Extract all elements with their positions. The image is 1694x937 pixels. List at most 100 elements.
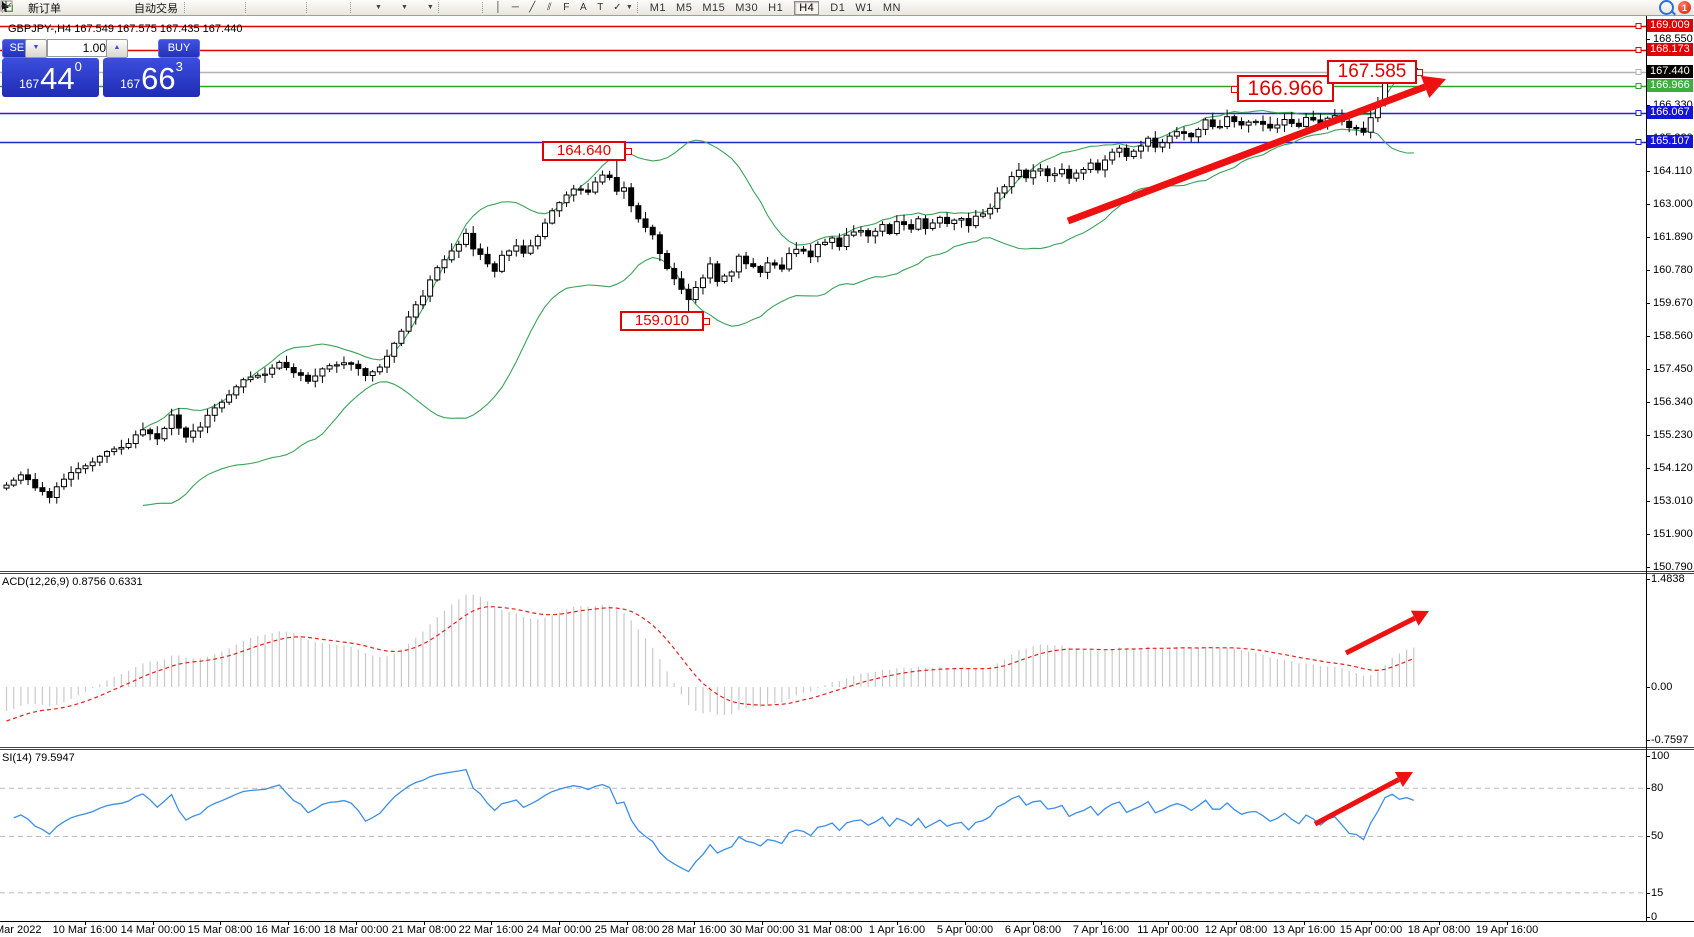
volume-increase-button[interactable]: ▲ xyxy=(106,39,128,58)
fibonacci-tool-icon[interactable]: F xyxy=(559,1,574,14)
time-axis-label[interactable]: 21 Mar 08:00 xyxy=(390,924,458,936)
timeframe-button-m30[interactable]: M30 xyxy=(735,2,758,14)
text-tool-icon[interactable]: A xyxy=(576,1,591,14)
time-axis-label[interactable]: 1 Apr 16:00 xyxy=(863,924,931,936)
time-axis-label[interactable]: 18 Mar 00:00 xyxy=(322,924,390,936)
volume-decrease-button[interactable]: ▼ xyxy=(25,39,47,58)
trend-arrow-line[interactable] xyxy=(1068,87,1425,221)
time-axis-label[interactable]: 22 Mar 16:00 xyxy=(457,924,525,936)
channel-tool-icon[interactable]: ⫽ xyxy=(542,1,557,14)
candlestick-icon[interactable] xyxy=(210,1,225,14)
toolbar-grip[interactable] xyxy=(184,2,188,13)
buy-button[interactable]: BUY xyxy=(158,39,200,58)
time-axis-label[interactable]: 13 Apr 16:00 xyxy=(1270,924,1338,936)
timeframe-button-m1[interactable]: M1 xyxy=(650,2,666,14)
macd-separator[interactable] xyxy=(0,571,1694,572)
notification-icon[interactable]: 1 xyxy=(1678,1,1691,14)
line-chart-icon[interactable] xyxy=(227,1,242,14)
trendline-tool-icon[interactable]: ╱ xyxy=(525,1,540,14)
indicators-dropdown-caret[interactable]: ▼ xyxy=(375,4,382,11)
autotrading-icon[interactable] xyxy=(117,1,132,14)
buy-price-tile[interactable]: 167663 xyxy=(103,58,200,97)
time-axis-label[interactable]: Mar 2022 xyxy=(0,924,41,936)
price-annotation-label[interactable]: 159.010 xyxy=(620,311,704,331)
periods-icon[interactable] xyxy=(385,1,400,14)
toolbar-grip[interactable] xyxy=(637,2,641,13)
timeframe-button-h1[interactable]: H1 xyxy=(768,2,783,14)
toolbar-grip[interactable] xyxy=(245,2,249,13)
community-icon[interactable] xyxy=(83,1,98,14)
auto-scroll-icon[interactable] xyxy=(315,1,330,14)
toolbar-grip[interactable] xyxy=(350,2,354,13)
time-axis-label[interactable]: 28 Mar 16:00 xyxy=(660,924,728,936)
price-annotation-label[interactable]: 164.640 xyxy=(542,141,626,161)
time-axis-label[interactable]: 24 Mar 00:00 xyxy=(525,924,593,936)
new-order-label[interactable]: 新订单 xyxy=(28,0,61,16)
arrows-tool-icon[interactable]: ✓ xyxy=(610,1,625,14)
search-icon[interactable] xyxy=(1659,1,1674,14)
time-axis-label[interactable]: 16 Mar 16:00 xyxy=(254,924,322,936)
timeframe-button-m15[interactable]: M15 xyxy=(702,2,725,14)
time-axis-label[interactable]: 15 Apr 00:00 xyxy=(1337,924,1405,936)
time-axis-label[interactable]: 10 Mar 16:00 xyxy=(51,924,119,936)
level-line-handle[interactable] xyxy=(1636,48,1641,53)
horizontal-line-tool-icon[interactable]: ─ xyxy=(508,1,523,14)
time-axis-label[interactable]: 30 Mar 00:00 xyxy=(728,924,796,936)
rsi-line[interactable] xyxy=(14,770,1414,872)
signals-icon[interactable] xyxy=(100,1,115,14)
timeframe-button-m5[interactable]: M5 xyxy=(676,2,692,14)
toolbar-grip[interactable] xyxy=(482,2,486,13)
bollinger-upper-band[interactable] xyxy=(143,65,1414,429)
time-axis-label[interactable]: 5 Apr 00:00 xyxy=(931,924,999,936)
price-annotation-label[interactable]: 166.966 xyxy=(1237,75,1334,102)
trend-arrow-line[interactable] xyxy=(1346,618,1415,653)
vertical-line-tool-icon[interactable]: │ xyxy=(491,1,506,14)
price-chart-canvas[interactable] xyxy=(0,0,1694,937)
bar-chart-icon[interactable] xyxy=(193,1,208,14)
price-tick-mark xyxy=(1646,567,1650,568)
arrows-dropdown-caret[interactable]: ▼ xyxy=(626,4,633,11)
new-order-icon[interactable] xyxy=(11,1,26,14)
time-axis-label[interactable]: 25 Mar 08:00 xyxy=(593,924,661,936)
time-axis-label[interactable]: 18 Apr 08:00 xyxy=(1405,924,1473,936)
time-axis-label[interactable]: 11 Apr 00:00 xyxy=(1134,924,1202,936)
sell-price-tile[interactable]: 167440 xyxy=(2,58,99,97)
toolbar-grip[interactable] xyxy=(306,2,310,13)
market-depth-icon[interactable] xyxy=(66,1,81,14)
level-line-handle[interactable] xyxy=(1636,111,1641,116)
cursor-icon[interactable] xyxy=(447,1,462,14)
time-axis-label[interactable]: 6 Apr 08:00 xyxy=(999,924,1067,936)
rsi-separator[interactable] xyxy=(0,747,1694,748)
label-tool-icon[interactable]: T xyxy=(593,1,608,14)
chart-shift-icon[interactable] xyxy=(332,1,347,14)
timeframe-button-h4[interactable]: H4 xyxy=(794,1,819,15)
crosshair-icon[interactable] xyxy=(464,1,479,14)
volume-input[interactable]: 1.00 xyxy=(47,39,111,57)
time-axis-label[interactable]: 19 Apr 16:00 xyxy=(1473,924,1541,936)
bollinger-lower-band[interactable] xyxy=(143,129,1414,505)
time-axis-label[interactable]: 15 Mar 08:00 xyxy=(186,924,254,936)
level-line-handle[interactable] xyxy=(1636,84,1641,89)
zoom-in-icon[interactable] xyxy=(254,1,269,14)
indicators-icon[interactable] xyxy=(359,1,374,14)
timeframe-button-mn[interactable]: MN xyxy=(883,2,901,14)
periods-dropdown-caret[interactable]: ▼ xyxy=(401,4,408,11)
timeframe-button-w1[interactable]: W1 xyxy=(855,2,873,14)
toolbar-grip[interactable] xyxy=(438,2,442,13)
time-axis-label[interactable]: 12 Apr 08:00 xyxy=(1202,924,1270,936)
price-axis-column[interactable] xyxy=(1647,16,1694,937)
tile-windows-icon[interactable] xyxy=(288,1,303,14)
price-annotation-label[interactable]: 167.585 xyxy=(1327,60,1417,84)
autotrading-label[interactable]: 自动交易 xyxy=(134,0,178,16)
time-axis-label[interactable]: 7 Apr 16:00 xyxy=(1067,924,1135,936)
templates-dropdown-caret[interactable]: ▼ xyxy=(427,4,434,11)
level-line-handle[interactable] xyxy=(1636,24,1641,29)
templates-icon[interactable] xyxy=(411,1,426,14)
time-axis-label[interactable]: 31 Mar 08:00 xyxy=(796,924,864,936)
zoom-out-icon[interactable] xyxy=(271,1,286,14)
level-line-handle[interactable] xyxy=(1636,140,1641,145)
trend-arrow-line[interactable] xyxy=(1315,779,1399,824)
level-line-handle[interactable] xyxy=(1636,70,1641,75)
timeframe-button-d1[interactable]: D1 xyxy=(830,2,845,14)
time-axis-label[interactable]: 14 Mar 00:00 xyxy=(119,924,187,936)
